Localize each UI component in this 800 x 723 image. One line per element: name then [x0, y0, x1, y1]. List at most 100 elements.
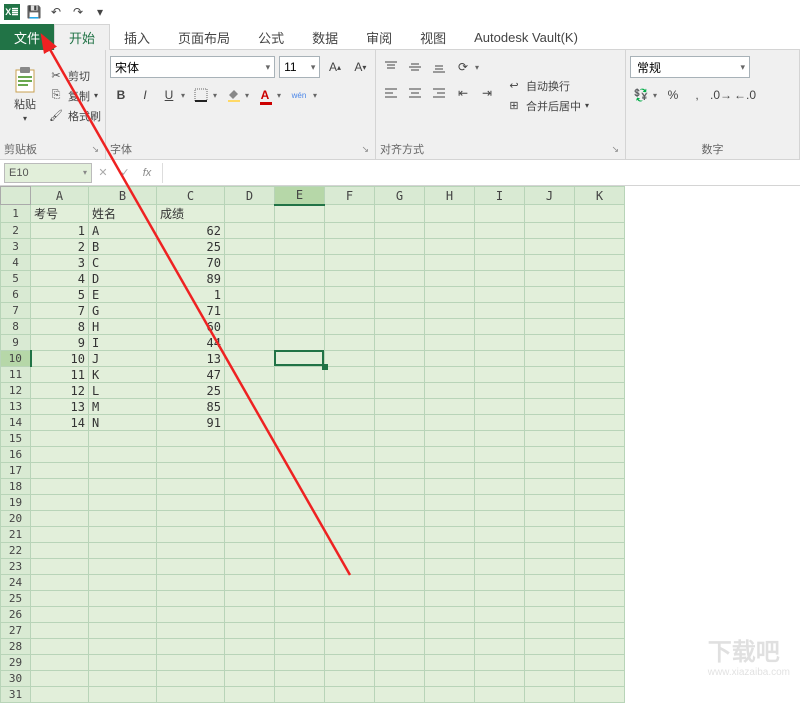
row-head-18[interactable]: 18 [1, 479, 31, 495]
percent-button[interactable]: % [662, 84, 684, 106]
align-middle-button[interactable] [404, 56, 426, 78]
cell-K12[interactable] [575, 383, 625, 399]
row-head-30[interactable]: 30 [1, 671, 31, 687]
cell-C6[interactable]: 1 [157, 287, 225, 303]
cell-H27[interactable] [425, 623, 475, 639]
cell-K17[interactable] [575, 463, 625, 479]
name-box[interactable]: E10 [4, 163, 92, 183]
cell-I10[interactable] [475, 351, 525, 367]
cell-A6[interactable]: 5 [31, 287, 89, 303]
cell-E29[interactable] [275, 655, 325, 671]
row-head-4[interactable]: 4 [1, 255, 31, 271]
redo-button[interactable]: ↷ [70, 4, 86, 20]
cell-H26[interactable] [425, 607, 475, 623]
col-head-I[interactable]: I [475, 187, 525, 205]
cell-J6[interactable] [525, 287, 575, 303]
align-right-button[interactable] [428, 82, 450, 104]
align-left-button[interactable] [380, 82, 402, 104]
row-head-1[interactable]: 1 [1, 205, 31, 223]
cell-B13[interactable]: M [89, 399, 157, 415]
wrap-text-button[interactable]: ↩ 自动换行 [506, 78, 589, 94]
cell-G24[interactable] [375, 575, 425, 591]
cell-B26[interactable] [89, 607, 157, 623]
cell-E10[interactable] [275, 351, 325, 367]
cell-C29[interactable] [157, 655, 225, 671]
undo-button[interactable]: ↶ [48, 4, 64, 20]
cell-E9[interactable] [275, 335, 325, 351]
cell-K31[interactable] [575, 687, 625, 703]
cell-E5[interactable] [275, 271, 325, 287]
cell-B31[interactable] [89, 687, 157, 703]
cell-G22[interactable] [375, 543, 425, 559]
cell-B4[interactable]: C [89, 255, 157, 271]
cell-A8[interactable]: 8 [31, 319, 89, 335]
cell-K19[interactable] [575, 495, 625, 511]
cell-J28[interactable] [525, 639, 575, 655]
cell-I25[interactable] [475, 591, 525, 607]
cell-G16[interactable] [375, 447, 425, 463]
row-head-25[interactable]: 25 [1, 591, 31, 607]
cell-H10[interactable] [425, 351, 475, 367]
font-size-select[interactable]: 11 [279, 56, 320, 78]
cell-G6[interactable] [375, 287, 425, 303]
cell-I11[interactable] [475, 367, 525, 383]
cell-I2[interactable] [475, 223, 525, 239]
row-head-15[interactable]: 15 [1, 431, 31, 447]
cell-A7[interactable]: 7 [31, 303, 89, 319]
cell-H16[interactable] [425, 447, 475, 463]
cell-J5[interactable] [525, 271, 575, 287]
cell-E1[interactable] [275, 205, 325, 223]
cell-E27[interactable] [275, 623, 325, 639]
formula-input[interactable] [162, 163, 800, 183]
cell-K24[interactable] [575, 575, 625, 591]
cell-C26[interactable] [157, 607, 225, 623]
cell-H7[interactable] [425, 303, 475, 319]
cell-B15[interactable] [89, 431, 157, 447]
cell-J14[interactable] [525, 415, 575, 431]
cell-E26[interactable] [275, 607, 325, 623]
cell-G11[interactable] [375, 367, 425, 383]
cell-G8[interactable] [375, 319, 425, 335]
cell-G2[interactable] [375, 223, 425, 239]
cell-C25[interactable] [157, 591, 225, 607]
cell-E25[interactable] [275, 591, 325, 607]
cell-C12[interactable]: 25 [157, 383, 225, 399]
cell-A26[interactable] [31, 607, 89, 623]
tab-review[interactable]: 审阅 [352, 24, 406, 50]
cell-H25[interactable] [425, 591, 475, 607]
row-head-27[interactable]: 27 [1, 623, 31, 639]
cell-J8[interactable] [525, 319, 575, 335]
cell-F2[interactable] [325, 223, 375, 239]
cell-F30[interactable] [325, 671, 375, 687]
cell-E15[interactable] [275, 431, 325, 447]
cell-K5[interactable] [575, 271, 625, 287]
cell-A20[interactable] [31, 511, 89, 527]
cell-B3[interactable]: B [89, 239, 157, 255]
cell-D30[interactable] [225, 671, 275, 687]
cell-K1[interactable] [575, 205, 625, 223]
cell-F16[interactable] [325, 447, 375, 463]
cell-K15[interactable] [575, 431, 625, 447]
cell-A3[interactable]: 2 [31, 239, 89, 255]
cell-K8[interactable] [575, 319, 625, 335]
cell-K22[interactable] [575, 543, 625, 559]
cell-G20[interactable] [375, 511, 425, 527]
cell-F26[interactable] [325, 607, 375, 623]
cell-K14[interactable] [575, 415, 625, 431]
tab-autodesk-vault[interactable]: Autodesk Vault(K) [460, 24, 592, 50]
cell-G25[interactable] [375, 591, 425, 607]
row-head-12[interactable]: 12 [1, 383, 31, 399]
cell-G31[interactable] [375, 687, 425, 703]
cell-A5[interactable]: 4 [31, 271, 89, 287]
cell-J2[interactable] [525, 223, 575, 239]
cell-C7[interactable]: 71 [157, 303, 225, 319]
cell-A30[interactable] [31, 671, 89, 687]
underline-button[interactable]: U [158, 84, 188, 106]
cell-F18[interactable] [325, 479, 375, 495]
cell-E23[interactable] [275, 559, 325, 575]
cell-J20[interactable] [525, 511, 575, 527]
cell-I17[interactable] [475, 463, 525, 479]
cell-H28[interactable] [425, 639, 475, 655]
cell-E30[interactable] [275, 671, 325, 687]
cell-K29[interactable] [575, 655, 625, 671]
